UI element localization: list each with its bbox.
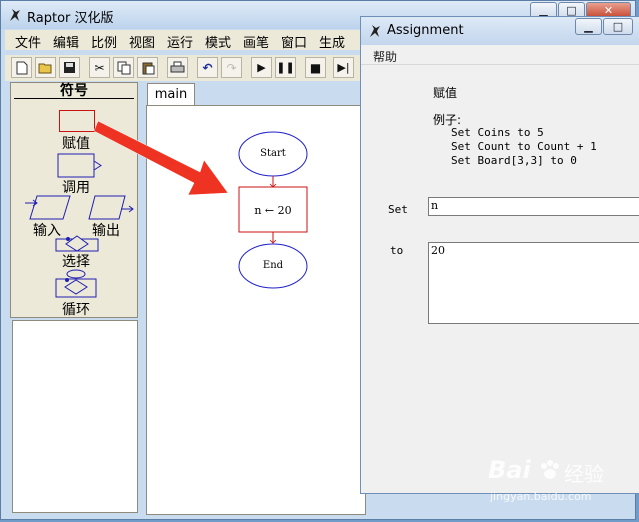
- maximize-icon: □: [612, 20, 624, 33]
- menu-help[interactable]: 帮助: [373, 48, 397, 65]
- dialog-maximize-button[interactable]: □: [603, 18, 633, 35]
- example-line: Set Board[3,3] to 0: [451, 154, 577, 167]
- to-label: to: [390, 244, 404, 257]
- to-expression-input[interactable]: 20: [428, 242, 639, 324]
- example-line: Set Coins to 5: [451, 126, 544, 139]
- set-label: Set: [388, 203, 408, 216]
- assignment-dialog: Assignment ▁ □ 帮助 赋值 例子: Set Coins to 5 …: [360, 16, 639, 494]
- paw-icon: [541, 460, 559, 479]
- dialog-title-bar[interactable]: Assignment ▁ □: [361, 17, 639, 45]
- dialog-title: Assignment: [387, 23, 464, 38]
- raptor-dialog-icon: [370, 25, 380, 37]
- example-line: Set Count to Count + 1: [451, 140, 597, 153]
- watermark-site: jingyan.baidu.com: [490, 490, 592, 503]
- set-variable-input[interactable]: n: [428, 197, 639, 216]
- watermark-brand: Bai: [488, 456, 531, 484]
- minimize-icon: ▁: [584, 20, 593, 33]
- dialog-heading: 赋值: [433, 86, 458, 100]
- dialog-minimize-button[interactable]: ▁: [575, 18, 602, 35]
- watermark-brand2: 经验: [564, 462, 604, 486]
- baidu-watermark: Bai 经验 jingyan.baidu.com: [480, 450, 630, 512]
- dialog-menu-bar: 帮助: [361, 46, 639, 65]
